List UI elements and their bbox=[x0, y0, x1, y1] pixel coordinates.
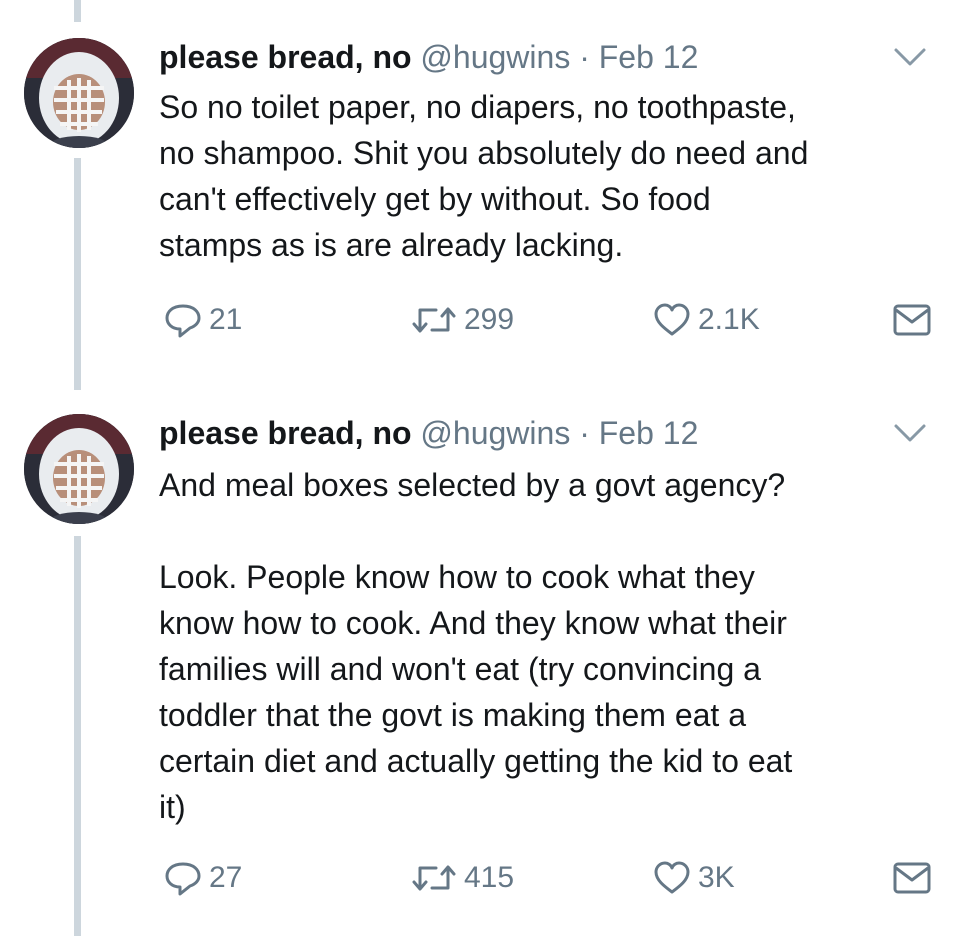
reply-icon bbox=[165, 304, 201, 338]
envelope-icon bbox=[893, 862, 931, 894]
avatar[interactable] bbox=[24, 38, 134, 148]
separator-dot: · bbox=[579, 39, 590, 75]
heart-icon bbox=[654, 303, 690, 336]
tweet[interactable]: please bread, no @hugwins · Feb 12 And m… bbox=[0, 380, 960, 936]
envelope-icon bbox=[893, 304, 931, 336]
retweet-button[interactable]: 415 bbox=[410, 858, 514, 898]
tweet-date[interactable]: Feb 12 bbox=[599, 415, 699, 451]
retweet-count: 415 bbox=[464, 861, 515, 894]
tweet-header: please bread, no @hugwins · Feb 12 bbox=[159, 408, 698, 458]
reply-count: 21 bbox=[209, 303, 243, 336]
tweet-text: So no toilet paper, no diapers, no tooth… bbox=[159, 89, 809, 263]
like-button[interactable]: 3K bbox=[652, 858, 735, 898]
tweet[interactable]: please bread, no @hugwins · Feb 12 So no… bbox=[0, 0, 960, 380]
chevron-down-icon[interactable] bbox=[890, 42, 930, 72]
avatar[interactable] bbox=[24, 414, 134, 524]
tweet-actions: 27 415 3K bbox=[0, 858, 960, 898]
retweet-count: 299 bbox=[464, 303, 515, 336]
like-count: 2.1K bbox=[698, 303, 760, 336]
reply-icon bbox=[165, 862, 201, 896]
chevron-down-icon[interactable] bbox=[890, 418, 930, 448]
reply-button[interactable]: 27 bbox=[163, 858, 242, 898]
author-name[interactable]: please bread, no bbox=[159, 415, 412, 451]
tweet-date[interactable]: Feb 12 bbox=[599, 39, 699, 75]
retweet-icon bbox=[412, 307, 456, 333]
author-handle[interactable]: @hugwins bbox=[420, 39, 570, 75]
heart-icon bbox=[654, 861, 690, 894]
tweet-text: And meal boxes selected by a govt agency… bbox=[159, 467, 793, 825]
author-name[interactable]: please bread, no bbox=[159, 39, 412, 75]
like-button[interactable]: 2.1K bbox=[652, 300, 760, 340]
direct-message-button[interactable] bbox=[891, 300, 939, 340]
retweet-button[interactable]: 299 bbox=[410, 300, 514, 340]
direct-message-button[interactable] bbox=[891, 858, 939, 898]
retweet-icon bbox=[412, 865, 456, 891]
tweet-actions: 21 299 2.1K bbox=[0, 300, 960, 340]
reply-button[interactable]: 21 bbox=[163, 300, 242, 340]
separator-dot: · bbox=[579, 415, 590, 451]
author-handle[interactable]: @hugwins bbox=[420, 415, 570, 451]
like-count: 3K bbox=[698, 861, 735, 894]
tweet-header: please bread, no @hugwins · Feb 12 bbox=[159, 32, 698, 82]
reply-count: 27 bbox=[209, 861, 243, 894]
